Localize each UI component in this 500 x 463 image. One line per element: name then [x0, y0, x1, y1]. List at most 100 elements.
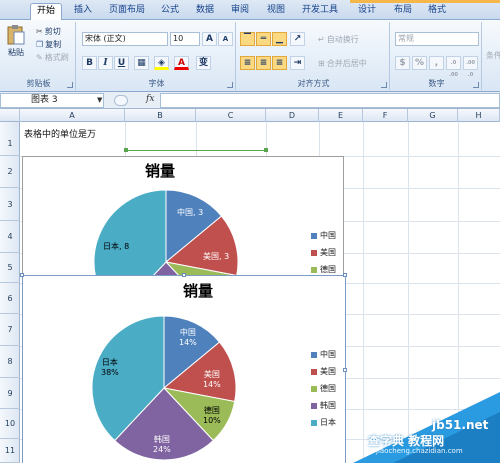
grow-font-button[interactable]: A	[202, 32, 217, 46]
underline-button[interactable]: U	[114, 56, 129, 70]
number-launcher-icon[interactable]	[473, 82, 479, 88]
legend-top-text-usa: 美国	[320, 248, 336, 257]
conditional-formatting-button[interactable]: 条件	[486, 50, 500, 61]
align-right-button[interactable]: ≡	[272, 56, 287, 70]
formula-bar-cancel-icon[interactable]	[114, 95, 128, 106]
tab-formulas[interactable]: 公式	[155, 3, 185, 20]
cut-button[interactable]: ✂ 剪切	[36, 26, 61, 37]
comma-button[interactable]: ,	[429, 56, 444, 70]
column-header-g[interactable]: G	[408, 109, 458, 122]
align-middle-button[interactable]: ═	[256, 32, 271, 46]
column-header-f[interactable]: F	[363, 109, 408, 122]
font-name-select[interactable]: 宋体 (正文)	[82, 32, 168, 46]
align-left-button[interactable]: ≡	[240, 56, 255, 70]
insert-function-icon[interactable]: fx	[146, 94, 154, 104]
align-right-icon: ≡	[275, 58, 284, 68]
column-header-b[interactable]: B	[125, 109, 196, 122]
alignment-launcher-icon[interactable]	[381, 82, 387, 88]
decrease-decimal-button[interactable]: .00 .0	[463, 56, 478, 78]
bold-button[interactable]: B	[82, 56, 97, 70]
row-header-10[interactable]: 10	[0, 409, 20, 439]
tab-layout[interactable]: 布局	[388, 3, 418, 20]
row-header-11[interactable]: 11	[0, 439, 20, 463]
column-header-c[interactable]: C	[196, 109, 266, 122]
indent-button[interactable]: ⇥	[290, 56, 305, 70]
row-header-9[interactable]: 9	[0, 378, 20, 409]
legend-bottom-text-china: 中国	[320, 350, 336, 359]
name-box[interactable]: 图表 3	[0, 93, 104, 108]
tab-insert[interactable]: 插入	[68, 3, 98, 20]
name-box-dropdown-icon[interactable]: ▼	[97, 96, 102, 104]
legend-bottom-item-usa: 美国	[311, 363, 336, 380]
ribbon: 粘贴 ✂ 剪切 ❐ 复制 ✎ 格式刷 剪贴板 宋体 (正文) 10 A A B …	[0, 20, 500, 92]
format-painter-button[interactable]: ✎ 格式刷	[36, 52, 69, 63]
border-icon: ▦	[137, 58, 146, 68]
fill-color-button[interactable]: ◈	[154, 56, 169, 70]
tab-page-layout[interactable]: 页面布局	[103, 3, 151, 20]
phonetic-button[interactable]: 变	[196, 56, 211, 70]
tab-data[interactable]: 数据	[190, 3, 220, 20]
column-header-e[interactable]: E	[319, 109, 363, 122]
alignment-group-label: 对齐方式	[297, 79, 330, 88]
pie-bottom-label-japan: 日本 38%	[101, 358, 119, 377]
border-button[interactable]: ▦	[134, 56, 149, 70]
formula-input[interactable]	[160, 93, 500, 108]
row-header-3[interactable]: 3	[0, 188, 20, 221]
align-top-button[interactable]: ▔	[240, 32, 255, 46]
percent-button[interactable]: %	[412, 56, 427, 70]
copy-button[interactable]: ❐ 复制	[36, 39, 61, 50]
clipboard-launcher-icon[interactable]	[67, 82, 73, 88]
align-bottom-button[interactable]: ▁	[272, 32, 287, 46]
select-all-corner[interactable]	[0, 109, 20, 122]
column-header-h[interactable]: H	[458, 109, 500, 122]
pie-bottom-label-china: 中国 14%	[179, 328, 197, 347]
resize-handle-top-right[interactable]	[343, 273, 347, 277]
increase-decimal-button[interactable]: .0 .00	[446, 56, 461, 78]
align-center-button[interactable]: ≡	[256, 56, 271, 70]
column-header-a[interactable]: A	[20, 109, 125, 122]
font-color-button[interactable]: A	[174, 56, 189, 70]
chart-bottom[interactable]: 销量 中国 14% 美国 14% 德国 10% 韩国 24% 日本 38% 中国 美国 德…	[22, 275, 346, 463]
chart-top-legend: 中国 美国 德国	[311, 227, 336, 278]
pie-bottom-label-usa: 美国 14%	[203, 370, 221, 389]
paste-button[interactable]: 粘贴	[6, 24, 26, 58]
shrink-font-button[interactable]: A	[218, 32, 233, 46]
font-launcher-icon[interactable]	[227, 82, 233, 88]
legend-bottom-swatch-korea	[311, 402, 317, 409]
resize-handle-right-middle[interactable]	[343, 368, 347, 372]
italic-button[interactable]: I	[98, 56, 113, 70]
number-format-select[interactable]: 常规	[395, 32, 479, 46]
tab-design[interactable]: 设计	[352, 3, 382, 20]
tab-format[interactable]: 格式	[422, 3, 452, 20]
resize-handle-top-middle[interactable]	[182, 273, 186, 277]
pie-slice-japan[interactable]	[93, 189, 167, 279]
tab-view[interactable]: 视图	[261, 3, 291, 20]
tab-review[interactable]: 审阅	[225, 3, 255, 20]
tab-developer[interactable]: 开发工具	[296, 3, 344, 20]
orientation-icon: ↗	[293, 34, 302, 44]
merge-center-button[interactable]: ⊞ 合并后居中	[318, 58, 367, 69]
chart-top[interactable]: 销量 中国, 3 美国, 3 日本, 8 中国 美国 德国	[22, 156, 344, 279]
row-header-2[interactable]: 2	[0, 156, 20, 188]
row-header-5[interactable]: 5	[0, 253, 20, 283]
row-header-1[interactable]: 1	[0, 122, 20, 156]
row-header-6[interactable]: 6	[0, 283, 20, 314]
currency-button[interactable]: $	[395, 56, 410, 70]
row-header-8[interactable]: 8	[0, 346, 20, 378]
cell-a1[interactable]: 表格中的单位是万	[24, 127, 96, 140]
format-painter-label: 格式刷	[44, 53, 69, 62]
pie-top-label-usa: 美国, 3	[203, 252, 230, 261]
paste-label: 粘贴	[8, 48, 24, 57]
align-left-icon: ≡	[243, 58, 252, 68]
row-header-4[interactable]: 4	[0, 221, 20, 253]
font-size-select[interactable]: 10	[170, 32, 200, 46]
resize-handle-top-left[interactable]	[20, 273, 24, 277]
orientation-button[interactable]: ↗	[290, 32, 305, 46]
formula-bar: 图表 3 ▼ fx	[0, 92, 500, 109]
legend-bottom-swatch-japan	[311, 419, 317, 426]
wrap-text-button[interactable]: ↵ 自动换行	[318, 34, 359, 45]
row-header-7[interactable]: 7	[0, 314, 20, 346]
legend-bottom-swatch-germany	[311, 385, 317, 392]
column-header-d[interactable]: D	[266, 109, 319, 122]
tab-home[interactable]: 开始	[30, 3, 63, 20]
